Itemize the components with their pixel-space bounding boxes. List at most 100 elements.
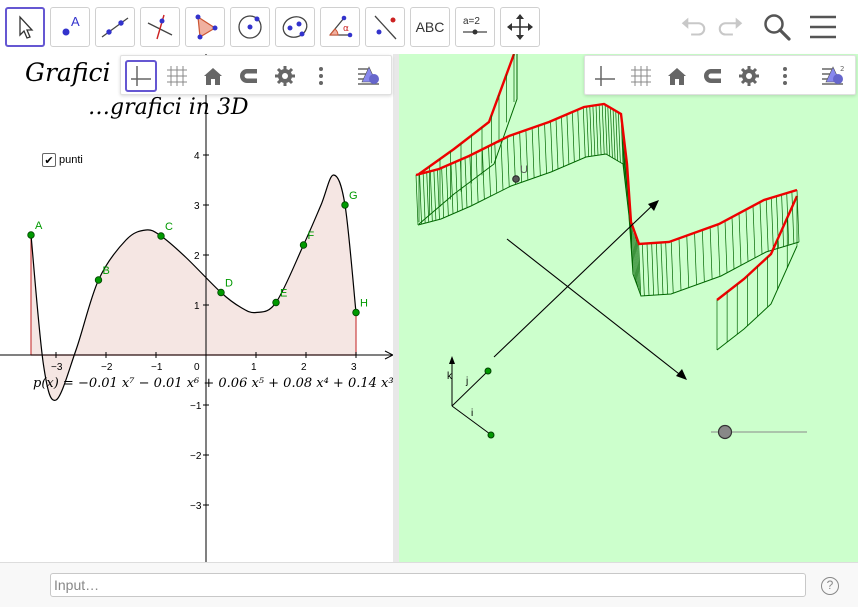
move-view-tool-button[interactable] — [500, 7, 540, 47]
surface-mesh-line — [586, 106, 590, 157]
search-button[interactable] — [759, 10, 795, 44]
graphics-2d-canvas[interactable]: −3 −2 −1 0 1 2 3 4 3 2 1 −1 −2 −3 A B C D E F G H — [0, 54, 393, 562]
surface-mesh-line — [531, 127, 535, 178]
move-tool-button[interactable] — [5, 7, 45, 47]
help-icon[interactable]: ? — [821, 577, 839, 595]
toggle-grid-3d-button[interactable] — [625, 60, 657, 92]
graphics-view-2d[interactable]: −3 −2 −1 0 1 2 3 4 3 2 1 −1 −2 −3 A B C D E F G H — [0, 54, 393, 562]
angle-tool-button[interactable]: α — [320, 7, 360, 47]
curve-main — [415, 102, 798, 246]
triad-label-j: j — [465, 376, 468, 387]
y-tick-label: 4 — [194, 151, 200, 162]
y-tick-label: 1 — [194, 301, 200, 312]
home-view-3d-button[interactable] — [661, 60, 693, 92]
view-toggle-icon — [358, 66, 379, 85]
point-G — [341, 201, 349, 209]
view-menu-button[interactable] — [353, 60, 385, 92]
point-label-G: G — [349, 190, 358, 202]
surface-mesh-line — [592, 105, 596, 156]
surface-mesh-line — [455, 161, 459, 212]
toggle-axes-3d-button[interactable] — [589, 60, 621, 92]
point-F — [299, 241, 308, 249]
checkbox-box[interactable]: ✔ — [42, 153, 56, 167]
x-tick-label: −2 — [101, 362, 113, 373]
surface-mesh-line — [441, 167, 445, 218]
graphics-view-3d[interactable]: Ukji — [399, 54, 858, 562]
perpendicular-line-tool-button[interactable] — [140, 7, 180, 47]
surface-mesh-line — [791, 191, 795, 244]
slider-icon: a=2 — [463, 16, 487, 35]
undo-icon — [681, 17, 706, 36]
undo-button[interactable] — [675, 10, 711, 44]
point-capturing-3d-button[interactable] — [697, 60, 729, 92]
axis-x-3d-arrow — [676, 369, 687, 380]
grid-icon — [167, 66, 187, 86]
redo-icon — [718, 17, 743, 36]
y-tick-label: −1 — [190, 401, 202, 412]
circle-tool-button[interactable] — [230, 7, 270, 47]
point-label-F: F — [308, 230, 315, 242]
main-menu-button[interactable] — [805, 10, 841, 44]
point-capturing-button[interactable] — [233, 60, 265, 92]
more-options-button[interactable] — [305, 60, 337, 92]
points-checkbox[interactable]: ✔ punti — [42, 153, 83, 167]
checkbox-label: punti — [59, 154, 83, 166]
surface-mesh-line — [752, 205, 756, 258]
reflect-tool-button[interactable] — [365, 7, 405, 47]
geogebra-app: A α ABC a=2 −3 −2 −1 0 1 2 3 4 3 2 1 −1 … — [0, 0, 858, 607]
point-label-E: E — [280, 288, 287, 300]
surface-mesh-line — [577, 109, 581, 160]
surface-mesh-line — [759, 202, 763, 255]
surface-mesh-line — [604, 104, 608, 155]
surface-bottom-right-edge — [716, 245, 798, 351]
home-view-button[interactable] — [197, 60, 229, 92]
point-label-U: U — [520, 164, 528, 176]
toggle-axes-button[interactable] — [125, 60, 157, 92]
x-tick-label: 2 — [301, 362, 307, 373]
slider-knob[interactable] — [717, 424, 733, 440]
surface-mesh-line — [544, 123, 547, 174]
surface-mesh-line — [646, 243, 650, 296]
surface-mesh-line — [717, 224, 721, 277]
surface-mesh-line — [506, 136, 510, 187]
surface-mesh-line — [686, 235, 690, 288]
triad-k-arrow — [449, 356, 455, 364]
surface-mesh-line — [500, 139, 504, 191]
input-bar: ? — [0, 562, 858, 607]
redo-button[interactable] — [713, 10, 749, 44]
settings-3d-button[interactable] — [733, 60, 765, 92]
axis-y-3d — [493, 201, 657, 358]
surface-mesh-line — [670, 241, 674, 294]
home-icon — [204, 68, 222, 85]
surface-mesh-line — [618, 112, 621, 163]
point-tool-button[interactable]: A — [50, 7, 90, 47]
surface-mesh-line — [724, 220, 728, 273]
point-label-D: D — [225, 278, 233, 290]
settings-button[interactable] — [269, 60, 301, 92]
input-field[interactable] — [50, 573, 806, 597]
graphics-3d-canvas[interactable]: Uk ji — [399, 54, 858, 562]
polygon-tool-button[interactable] — [185, 7, 225, 47]
more-options-3d-button[interactable] — [769, 60, 801, 92]
svg-text:A: A — [71, 14, 80, 29]
point-label-H: H — [360, 298, 368, 310]
hamburger-menu-icon — [810, 15, 836, 39]
home-icon — [668, 68, 686, 85]
svg-text:2: 2 — [840, 65, 844, 73]
line-through-points-icon — [101, 17, 129, 38]
more-vertical-icon — [319, 67, 323, 85]
toggle-grid-button[interactable] — [161, 60, 193, 92]
surface-mesh-line — [419, 174, 422, 225]
slider-tool-button[interactable]: a=2 — [455, 7, 495, 47]
view-menu-3d-button[interactable]: 2 — [817, 60, 849, 92]
surface-mesh-line — [701, 229, 705, 283]
triad-j-point — [484, 367, 492, 375]
line-tool-button[interactable] — [95, 7, 135, 47]
text-tool-button[interactable]: ABC — [410, 7, 450, 47]
surface-mesh-line — [450, 163, 454, 214]
x-tick-label: 0 — [194, 362, 200, 373]
conic-tool-button[interactable] — [275, 7, 315, 47]
surface-mesh-line — [582, 107, 586, 158]
surface-mesh-line — [765, 199, 769, 252]
search-icon — [764, 14, 791, 41]
